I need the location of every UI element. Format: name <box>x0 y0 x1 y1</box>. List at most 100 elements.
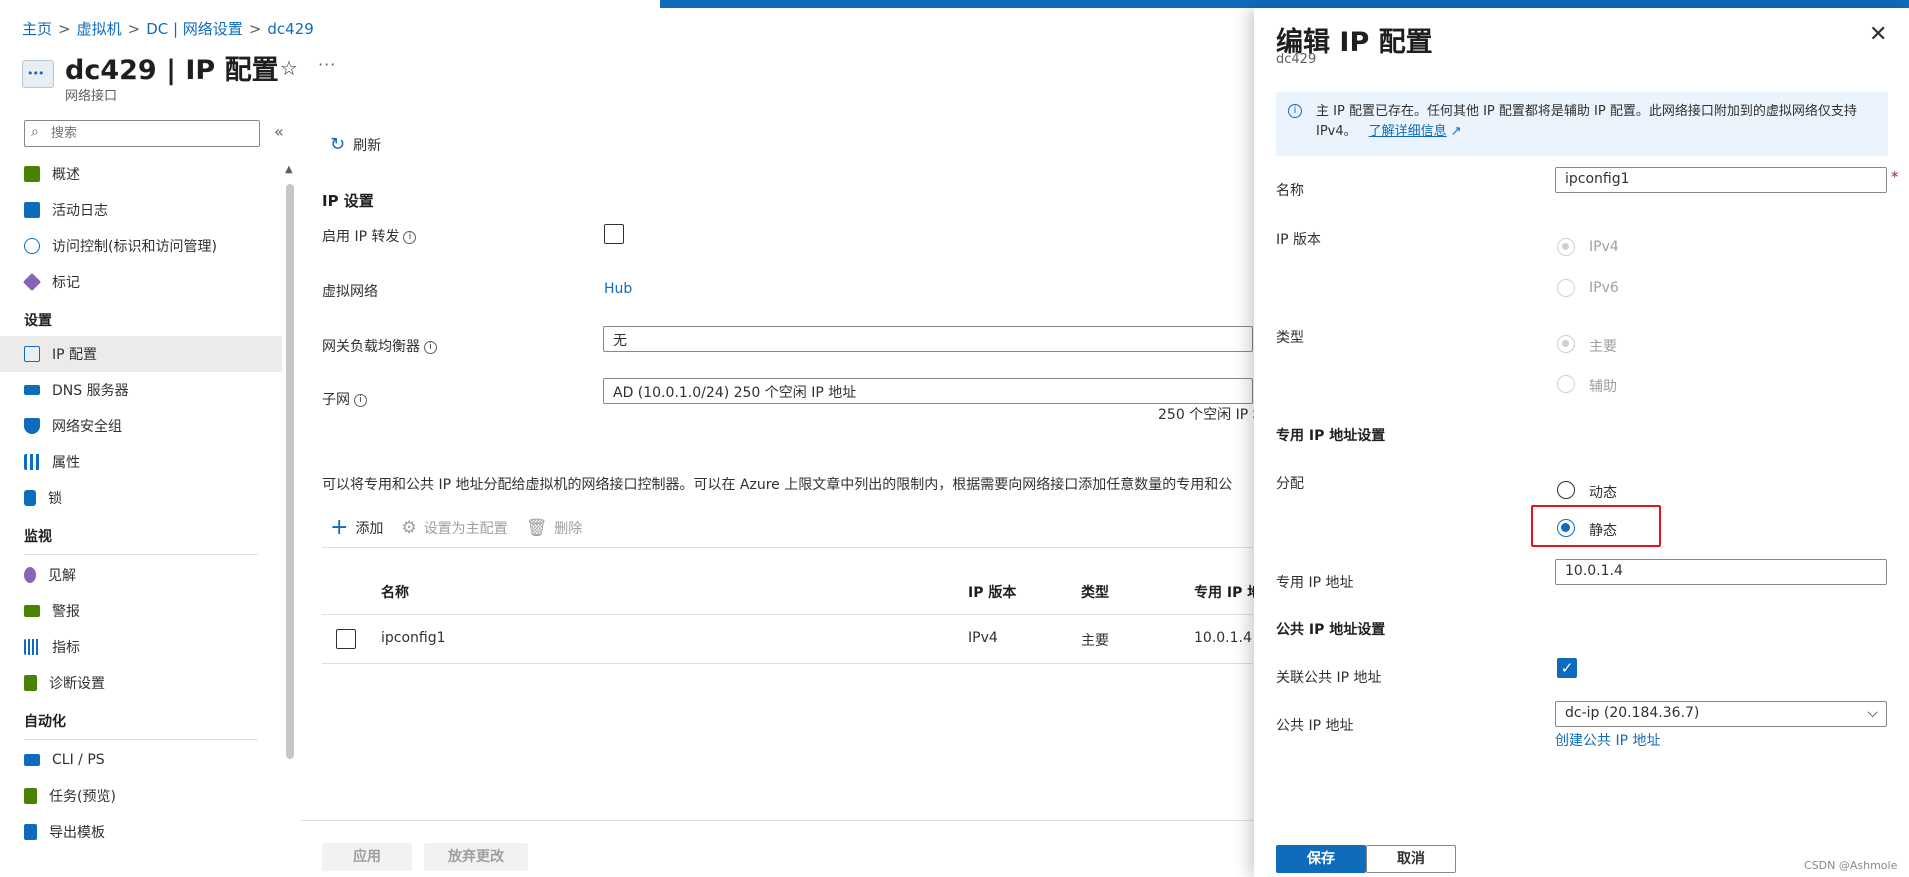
vnet-link[interactable]: Hub <box>604 281 632 297</box>
create-public-ip-link[interactable]: 创建公共 IP 地址 <box>1555 730 1660 750</box>
top-strip-bar <box>660 0 1909 8</box>
breadcrumb-home[interactable]: 主页 <box>22 20 52 38</box>
breadcrumb-vms[interactable]: 虚拟机 <box>77 20 122 38</box>
gateway-lb-select[interactable]: 无 <box>603 326 1253 352</box>
private-ip-input[interactable]: 10.0.1.4 <box>1555 559 1887 585</box>
scrollbar-thumb[interactable] <box>286 184 294 759</box>
column-header-ip-version[interactable]: IP 版本 <box>968 582 1016 602</box>
breadcrumb-separator: > <box>58 20 71 38</box>
sidebar-item-metrics[interactable]: 指标 <box>0 629 282 665</box>
favorite-star-icon[interactable]: ☆ <box>280 56 298 80</box>
column-header-type[interactable]: 类型 <box>1081 582 1109 602</box>
ipv6-label: IPv6 <box>1589 280 1619 296</box>
column-header-private-ip[interactable]: 专用 IP 地 <box>1194 582 1261 602</box>
name-label: 名称 <box>1276 183 1304 199</box>
column-header-name[interactable]: 名称 <box>381 582 409 602</box>
enable-ip-forwarding-label: 启用 IP 转发 i <box>322 226 417 246</box>
close-icon[interactable]: ✕ <box>1869 22 1887 47</box>
sidebar-item-tasks[interactable]: 任务(预览) <box>0 778 282 814</box>
apply-button[interactable]: 应用 <box>322 843 412 871</box>
sidebar-section-monitoring: 监视 <box>24 529 52 545</box>
required-asterisk: * <box>1891 168 1899 186</box>
private-ip-label: 专用 IP 地址 <box>1276 575 1354 591</box>
sidebar-search[interactable]: ⌕ <box>24 120 260 147</box>
sidebar-item-label: 诊断设置 <box>49 676 105 692</box>
info-icon[interactable]: i <box>424 340 437 354</box>
search-input[interactable] <box>51 124 251 143</box>
sidebar-item-nsg[interactable]: 网络安全组 <box>0 408 282 444</box>
sidebar-section-settings: 设置 <box>24 313 52 329</box>
shield-icon <box>24 418 40 434</box>
sidebar-item-insights[interactable]: 见解 <box>0 557 282 593</box>
cancel-button[interactable]: 取消 <box>1366 845 1456 873</box>
sidebar-item-properties[interactable]: 属性 <box>0 444 282 480</box>
sidebar-item-access-control[interactable]: 访问控制(标识和访问管理) <box>0 228 282 264</box>
add-label: 添加 <box>355 520 384 537</box>
dynamic-label[interactable]: 动态 <box>1589 482 1617 502</box>
breadcrumb-separator: > <box>127 20 141 38</box>
sidebar-item-ip-config[interactable]: IP 配置 <box>0 336 282 372</box>
sidebar-item-dns-servers[interactable]: DNS 服务器 <box>0 372 282 408</box>
ip-config-description: 可以将专用和公共 IP 地址分配给虚拟机的网络接口控制器。可以在 Azure 上… <box>322 477 1233 493</box>
row-select-checkbox[interactable] <box>336 629 356 649</box>
table-row-type: 主要 <box>1081 633 1109 649</box>
table-row-divider <box>322 663 1253 664</box>
alert-icon <box>24 605 40 617</box>
terminal-icon <box>24 754 40 766</box>
refresh-button[interactable]: ↻ 刷新 <box>330 134 381 155</box>
sidebar-item-tags[interactable]: 标记 <box>0 264 282 300</box>
name-input[interactable]: ipconfig1 <box>1555 167 1887 193</box>
breadcrumb-dc429[interactable]: dc429 <box>267 20 313 38</box>
sidebar-scrollbar[interactable]: ▲ <box>284 164 296 877</box>
learn-more-link[interactable]: 了解详细信息 <box>1369 124 1447 139</box>
ipv4-radio[interactable] <box>1557 238 1575 256</box>
breadcrumb-dc-network[interactable]: DC | 网络设置 <box>146 20 243 38</box>
public-ip-select[interactable]: dc-ip (20.184.36.7) ⌵ <box>1555 701 1887 727</box>
sidebar-item-export-template[interactable]: 导出模板 <box>0 814 282 850</box>
info-icon[interactable]: i <box>403 230 417 244</box>
sidebar-nav: 概述 活动日志 访问控制(标识和访问管理) 标记 设置 IP 配置 DNS 服务… <box>0 156 282 850</box>
table-row-name-link[interactable]: ipconfig1 <box>381 630 446 646</box>
subnet-text: 子网 <box>322 392 350 408</box>
sidebar-item-diagnostic-settings[interactable]: 诊断设置 <box>0 665 282 701</box>
page-title: dc429 | IP 配置 <box>65 55 279 86</box>
activity-log-icon <box>24 202 40 218</box>
sidebar-item-label: DNS 服务器 <box>52 383 129 399</box>
add-button[interactable]: + 添加 <box>330 515 383 540</box>
primary-radio[interactable] <box>1557 335 1575 353</box>
static-label[interactable]: 静态 <box>1589 520 1617 540</box>
secondary-radio[interactable] <box>1557 375 1575 393</box>
sidebar-item-overview[interactable]: 概述 <box>0 156 282 192</box>
info-message-bar: i 主 IP 配置已存在。任何其他 IP 配置都将是辅助 IP 配置。此网络接口… <box>1276 92 1888 156</box>
scroll-up-arrow-icon[interactable]: ▲ <box>285 164 293 175</box>
lightbulb-icon <box>24 567 36 583</box>
sidebar-item-activity-log[interactable]: 活动日志 <box>0 192 282 228</box>
delete-button[interactable]: 🗑 删除 <box>526 518 583 538</box>
enable-ip-forwarding-checkbox[interactable] <box>604 224 624 244</box>
sidebar-item-alerts[interactable]: 警报 <box>0 593 282 629</box>
sidebar-item-locks[interactable]: 锁 <box>0 480 282 516</box>
save-button[interactable]: 保存 <box>1276 845 1366 873</box>
sidebar-item-label: 访问控制(标识和访问管理) <box>52 239 217 255</box>
dns-icon <box>24 385 40 395</box>
set-primary-label: 设置为主配置 <box>423 520 508 537</box>
subnet-select[interactable]: AD (10.0.1.0/24) 250 个空闲 IP 地址 <box>603 378 1253 404</box>
set-primary-button[interactable]: ⚙ 设置为主配置 <box>401 518 507 538</box>
info-icon[interactable]: i <box>354 393 367 407</box>
dynamic-radio[interactable] <box>1557 481 1575 499</box>
associate-public-ip-checkbox[interactable]: ✓ <box>1557 658 1577 678</box>
sidebar-item-cli-ps[interactable]: CLI / PS <box>0 742 282 778</box>
more-options-icon[interactable]: ··· <box>318 55 336 74</box>
refresh-label: 刷新 <box>353 137 382 154</box>
sidebar-item-label: 标记 <box>52 275 80 291</box>
ipv6-radio[interactable] <box>1557 279 1575 297</box>
static-radio[interactable] <box>1557 519 1575 537</box>
sidebar-item-label: CLI / PS <box>52 752 105 768</box>
discard-changes-button[interactable]: 放弃更改 <box>424 843 528 871</box>
collapse-sidebar-icon[interactable]: « <box>274 122 284 141</box>
people-icon <box>24 238 40 254</box>
trash-icon: 🗑 <box>525 517 548 538</box>
watermark: CSDN @Ashmole <box>1804 859 1898 872</box>
public-ip-label: 公共 IP 地址 <box>1276 718 1354 734</box>
tag-icon <box>22 272 42 292</box>
